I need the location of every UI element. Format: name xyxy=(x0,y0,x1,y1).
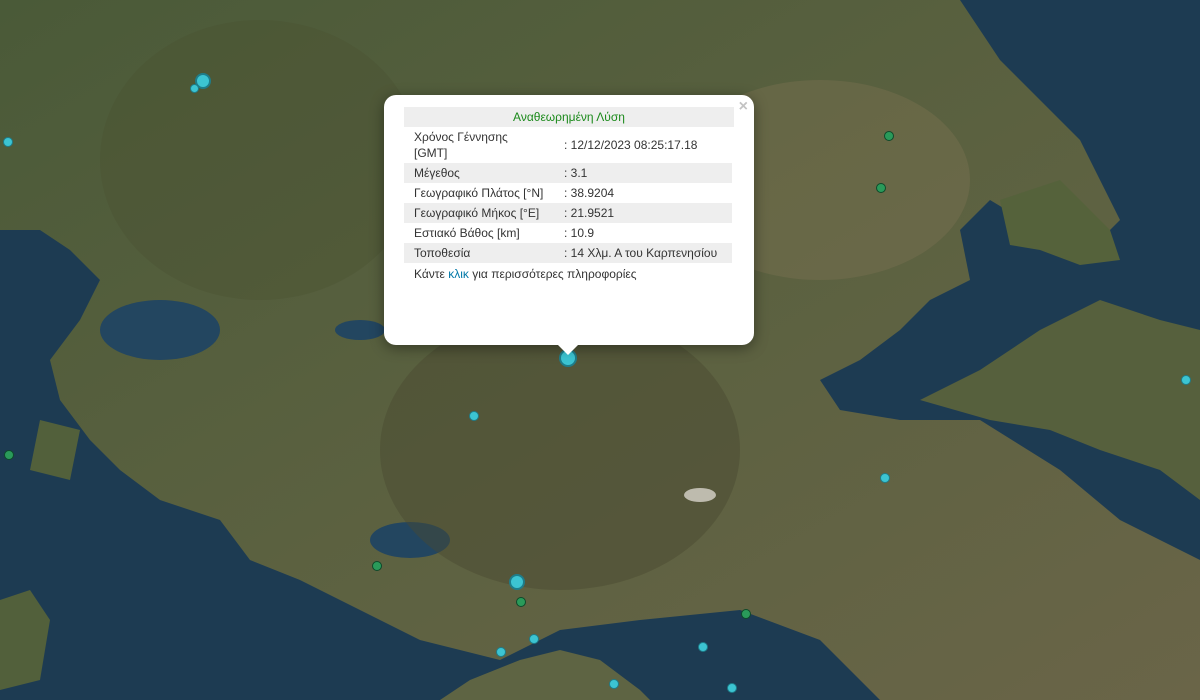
earthquake-marker-older[interactable] xyxy=(884,131,894,141)
earthquake-marker[interactable] xyxy=(727,683,737,693)
earthquake-marker[interactable] xyxy=(1181,375,1191,385)
popup-title: Αναθεωρημένη Λύση xyxy=(404,107,734,127)
map-mountains-north xyxy=(100,20,420,300)
earthquake-marker[interactable] xyxy=(880,473,890,483)
popup-footer: Κάντε κλικ για περισσότερες πληροφορίες xyxy=(404,263,734,285)
close-icon[interactable]: × xyxy=(739,98,748,116)
earthquake-marker-older[interactable] xyxy=(4,450,14,460)
row-value: : 21.9521 xyxy=(554,203,732,223)
row-value: : 10.9 xyxy=(564,226,595,240)
table-row: Χρόνος Γέννησης [GMT] : 12/12/2023 08:25… xyxy=(404,127,732,163)
earthquake-marker[interactable] xyxy=(3,137,13,147)
earthquake-details-table: Χρόνος Γέννησης [GMT] : 12/12/2023 08:25… xyxy=(404,127,732,263)
footer-prefix: Κάντε xyxy=(414,267,445,281)
earthquake-marker[interactable] xyxy=(698,642,708,652)
earthquake-popup: × Αναθεωρημένη Λύση Χρόνος Γέννησης [GMT… xyxy=(384,95,754,345)
earthquake-marker[interactable] xyxy=(529,634,539,644)
table-row: Γεωγραφικό Πλάτος [°N] : 38.9204 xyxy=(404,183,732,203)
earthquake-marker-older[interactable] xyxy=(741,609,751,619)
footer-suffix: για περισσότερες πληροφορίες xyxy=(472,267,637,281)
map-snow-peak xyxy=(684,488,716,502)
map-lake-kremasta xyxy=(335,320,385,340)
earthquake-marker[interactable] xyxy=(469,411,479,421)
table-row: Γεωγραφικό Μήκος [°E] : 21.9521 xyxy=(404,203,732,223)
map-lake-western xyxy=(100,300,220,360)
row-value: : 3.1 xyxy=(554,163,732,183)
earthquake-marker[interactable] xyxy=(509,574,525,590)
table-row: Τοποθεσία : 14 Χλμ. Α του Καρπενησίου xyxy=(404,243,732,263)
earthquake-marker-older[interactable] xyxy=(876,183,886,193)
earthquake-marker[interactable] xyxy=(190,84,199,93)
row-label: Γεωγραφικό Πλάτος [°N] xyxy=(414,186,544,200)
more-info-link[interactable]: κλικ xyxy=(448,267,469,281)
popup-tip xyxy=(557,344,579,355)
row-value: : 38.9204 xyxy=(564,186,615,200)
row-label: Χρόνος Γέννησης [GMT] xyxy=(414,130,508,160)
row-value: : 12/12/2023 08:25:17.18 xyxy=(564,138,698,152)
row-label: Μέγεθος xyxy=(404,163,554,183)
row-label: Γεωγραφικό Μήκος [°E] xyxy=(404,203,554,223)
earthquake-marker-older[interactable] xyxy=(372,561,382,571)
earthquake-marker-older[interactable] xyxy=(516,597,526,607)
earthquake-marker[interactable] xyxy=(609,679,619,689)
earthquake-marker[interactable] xyxy=(496,647,506,657)
row-label: Τοποθεσία xyxy=(404,243,554,263)
row-label: Εστιακό Βάθος [km] xyxy=(414,226,520,240)
table-row: Μέγεθος : 3.1 xyxy=(404,163,732,183)
row-value: : 14 Χλμ. Α του Καρπενησίου xyxy=(554,243,732,263)
table-row: Εστιακό Βάθος [km] : 10.9 xyxy=(404,223,732,243)
